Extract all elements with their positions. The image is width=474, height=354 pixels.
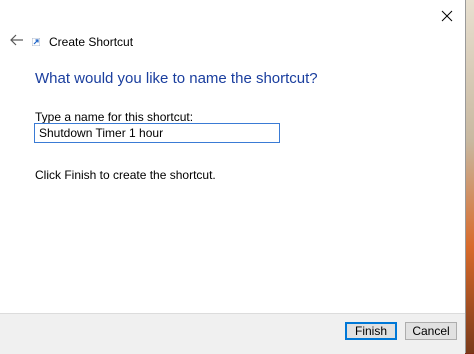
dialog-footer: Finish Cancel <box>0 313 465 354</box>
close-icon <box>441 10 453 22</box>
finish-hint: Click Finish to create the shortcut. <box>35 168 216 182</box>
back-arrow-icon <box>10 34 23 46</box>
page-heading: What would you like to name the shortcut… <box>35 70 318 87</box>
cancel-button[interactable]: Cancel <box>405 322 457 340</box>
shortcut-name-input[interactable] <box>34 123 280 143</box>
desktop-wallpaper <box>466 0 474 353</box>
window-title: Create Shortcut <box>49 35 134 49</box>
shortcut-name-label: Type a name for this shortcut: <box>35 110 194 124</box>
finish-button[interactable]: Finish <box>345 322 397 340</box>
back-button[interactable] <box>9 32 25 48</box>
create-shortcut-dialog: Create Shortcut What would you like to n… <box>0 0 466 354</box>
close-button[interactable] <box>439 8 455 24</box>
shortcut-icon <box>32 38 40 46</box>
